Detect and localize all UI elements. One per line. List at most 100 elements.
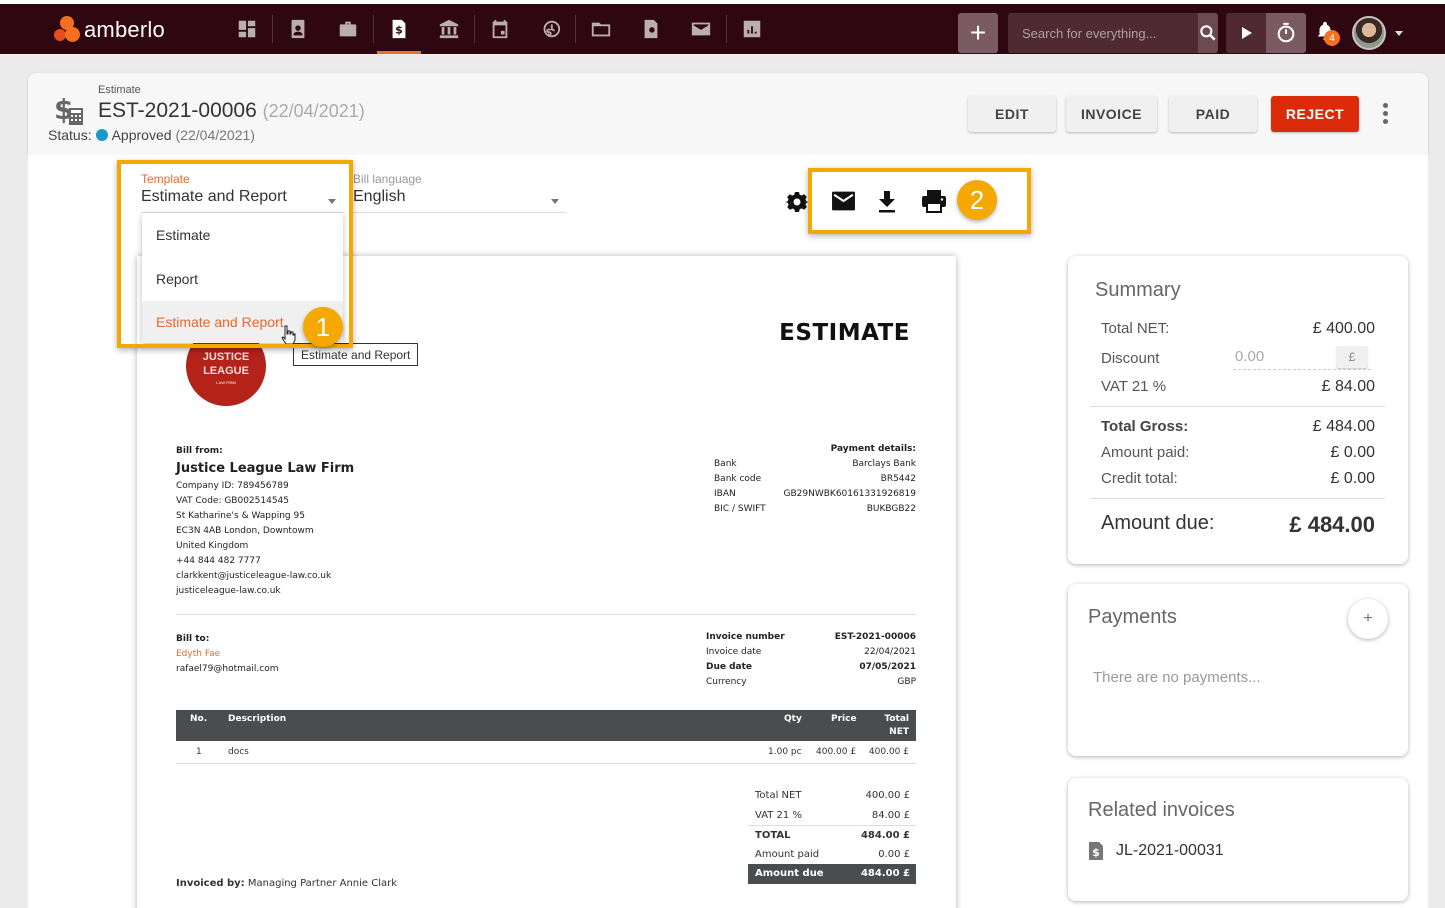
client-name[interactable]: Edyth Fae xyxy=(176,647,279,662)
status-date: (22/04/2021) xyxy=(175,127,255,143)
document-divider xyxy=(176,614,916,615)
discount-value: 0.00 xyxy=(1235,348,1265,365)
more-options-icon[interactable] xyxy=(1383,103,1389,124)
bank-icon[interactable] xyxy=(424,4,474,54)
invoice-icon[interactable]: $ xyxy=(374,4,424,54)
totals-row-amount-due: Amount due 484.00 £ xyxy=(748,864,916,884)
items-table-header: No. Description Qty Price Total NET xyxy=(176,710,916,741)
summary-total-net: Total NET: £ 400.00 xyxy=(1101,320,1375,337)
summary-credit-total: Credit total: £ 0.00 xyxy=(1101,470,1375,487)
logo-mark-icon xyxy=(54,16,80,44)
status-value: Approved xyxy=(111,127,172,143)
bill-to-section: Bill to: Edyth Fae rafael79@hotmail.com xyxy=(176,632,279,677)
svg-text:$: $ xyxy=(1092,846,1100,859)
paid-button[interactable]: PAID xyxy=(1169,96,1257,132)
certificate-icon[interactable] xyxy=(626,4,676,54)
payments-title: Payments xyxy=(1088,606,1177,628)
firm-line: United Kingdom xyxy=(176,541,249,551)
bill-to-label: Bill to: xyxy=(176,634,210,644)
col-description: Description xyxy=(228,714,287,724)
invoice-icon: $ xyxy=(1089,842,1103,860)
status-dot-icon xyxy=(95,129,108,141)
play-icon xyxy=(1242,27,1252,39)
bill-from-label: Bill from: xyxy=(176,446,223,456)
related-invoices-title: Related invoices xyxy=(1088,799,1235,821)
search-button[interactable] xyxy=(1198,13,1218,53)
mail-icon[interactable] xyxy=(676,4,726,54)
payment-details: Payment details: Bank Barclays Bank Bank … xyxy=(714,442,916,517)
col-total: Total xyxy=(884,714,909,724)
start-timer-button[interactable] xyxy=(1226,13,1266,53)
summary-amount-due: Amount due: £ 484.00 xyxy=(1101,512,1375,537)
related-invoice-link[interactable]: $ JL-2021-00031 xyxy=(1088,841,1224,861)
invoiced-by-label: Invoiced by: xyxy=(176,878,245,889)
document-type-label: Estimate xyxy=(98,84,141,96)
estimate-header: $ Estimate EST-2021-00006 (22/04/2021) S… xyxy=(28,73,1428,155)
add-payment-button[interactable]: + xyxy=(1348,599,1388,639)
stopwatch-button[interactable] xyxy=(1266,13,1306,53)
estimate-calculator-icon: $ xyxy=(54,93,83,126)
firm-line: +44 844 482 7777 xyxy=(176,556,261,566)
firm-line: Company ID: 789456789 xyxy=(176,481,289,491)
meta-row: Invoice number EST-2021-00006 xyxy=(706,632,916,642)
time-billing-icon[interactable]: $ xyxy=(525,4,575,54)
top-navigation-bar: amberlo $ $ + 4 xyxy=(0,0,1445,54)
meta-row: Currency GBP xyxy=(706,677,916,687)
estimate-number: EST-2021-00006 (22/04/2021) xyxy=(98,99,365,123)
invoiced-by: Invoiced by: Managing Partner Annie Clar… xyxy=(176,878,397,889)
col-price: Price xyxy=(831,714,857,724)
summary-title: Summary xyxy=(1095,279,1181,301)
search-icon xyxy=(1200,25,1216,41)
reject-button[interactable]: REJECT xyxy=(1271,96,1359,132)
search-input[interactable] xyxy=(1008,13,1198,53)
payment-row: IBAN GB29NWBK60161331926819 xyxy=(714,489,916,499)
payment-details-label: Payment details: xyxy=(830,444,916,454)
col-no: No. xyxy=(190,714,208,724)
discount-currency-toggle[interactable]: £ xyxy=(1336,346,1368,368)
bill-language-label: Bill language xyxy=(353,172,422,186)
related-invoice-number: JL-2021-00031 xyxy=(1116,842,1224,859)
timer-controls xyxy=(1226,13,1306,53)
payments-card: Payments + There are no payments... xyxy=(1068,584,1408,756)
briefcase-icon[interactable] xyxy=(323,4,373,54)
col-qty: Qty xyxy=(784,714,802,724)
user-avatar[interactable] xyxy=(1352,16,1386,50)
invoice-meta: Invoice number EST-2021-00006 Invoice dat… xyxy=(706,630,916,690)
highlight-export-actions xyxy=(808,168,1031,234)
firm-line: justiceleague-law.co.uk xyxy=(176,586,281,596)
meta-row: Due date 07/05/2021 xyxy=(706,662,916,672)
invoice-button[interactable]: INVOICE xyxy=(1066,96,1157,132)
summary-total-gross: Total Gross: £ 484.00 xyxy=(1101,418,1375,435)
brand-name: amberlo xyxy=(84,17,165,42)
amberlo-logo[interactable]: amberlo xyxy=(54,16,165,44)
language-caret-icon[interactable] xyxy=(551,199,559,204)
logo-line-2: LEAGUE xyxy=(203,365,249,377)
logo-line-3: LAW FIRM xyxy=(216,380,236,385)
firm-line: clarkkent@justiceleague-law.co.uk xyxy=(176,571,332,581)
firm-line: VAT Code: GB002514545 xyxy=(176,496,290,506)
status-line: Status: Approved (22/04/2021) xyxy=(48,127,255,143)
dashboard-icon[interactable] xyxy=(222,4,272,54)
folder-icon[interactable] xyxy=(576,4,626,54)
invoiced-by-name: Managing Partner Annie Clark xyxy=(247,878,398,889)
totals-row: Total NET 400.00 £ xyxy=(755,790,910,802)
reports-icon[interactable] xyxy=(727,4,777,54)
document-title: ESTIMATE xyxy=(779,320,910,346)
notification-count-badge: 4 xyxy=(1324,30,1340,46)
edit-button[interactable]: EDIT xyxy=(968,96,1056,132)
estimate-number-text: EST-2021-00006 xyxy=(98,99,257,122)
contacts-icon[interactable] xyxy=(273,4,323,54)
col-total-net: NET xyxy=(889,727,909,737)
bill-language-select[interactable]: English xyxy=(353,188,405,206)
discount-input[interactable]: 0.00 £ xyxy=(1233,344,1371,370)
summary-card: Summary Total NET: £ 400.00 Discount 0.00… xyxy=(1068,256,1408,564)
add-new-button[interactable]: + xyxy=(958,13,998,53)
user-menu-caret-icon[interactable] xyxy=(1395,31,1403,36)
no-payments-text: There are no payments... xyxy=(1093,669,1261,686)
module-nav: $ $ xyxy=(222,4,777,54)
payment-row: Bank code BR5442 xyxy=(714,474,916,484)
settings-gear-icon[interactable] xyxy=(785,190,809,214)
calendar-icon[interactable] xyxy=(475,4,525,54)
payment-row: Bank Barclays Bank xyxy=(714,459,916,469)
notifications-button[interactable]: 4 xyxy=(1314,20,1342,48)
